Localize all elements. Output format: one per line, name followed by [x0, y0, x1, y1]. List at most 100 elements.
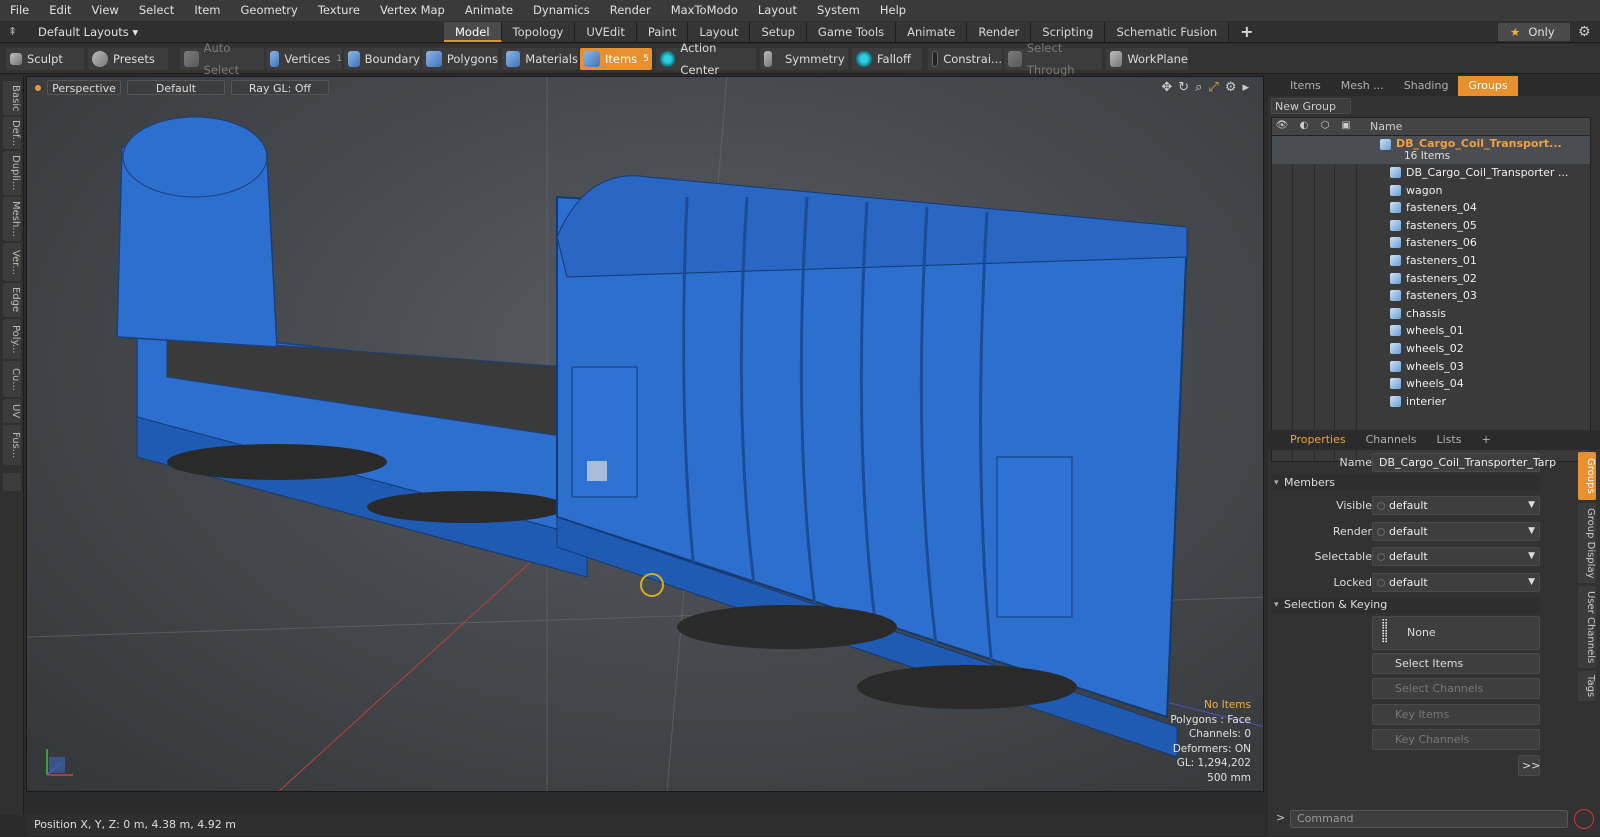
- menu-dynamics[interactable]: Dynamics: [523, 0, 600, 21]
- tab-lists[interactable]: Lists: [1427, 430, 1472, 450]
- tab-topology[interactable]: Topology: [501, 22, 576, 42]
- menu-edit[interactable]: Edit: [39, 0, 81, 21]
- vtab-expand[interactable]: [3, 473, 21, 491]
- list-item[interactable]: fasteners_01: [1272, 252, 1590, 270]
- polygons-button[interactable]: Polygons: [422, 48, 498, 70]
- select-through-button[interactable]: Select Through: [1004, 41, 1102, 77]
- presets-button[interactable]: Presets: [88, 48, 168, 70]
- viewport-menu-dot[interactable]: [35, 85, 41, 91]
- tab-render[interactable]: Render: [967, 22, 1032, 42]
- menu-help[interactable]: Help: [870, 0, 916, 21]
- sidetab-group-display[interactable]: Group Display: [1578, 503, 1596, 583]
- sidetab-user-channels[interactable]: User Channels: [1578, 586, 1596, 668]
- tab-model[interactable]: Model: [444, 22, 502, 42]
- tab-animate[interactable]: Animate: [896, 22, 968, 42]
- falloff-button[interactable]: Falloff: [852, 48, 922, 70]
- add-panel-tab[interactable]: +: [1471, 430, 1500, 450]
- list-item[interactable]: wheels_03: [1272, 358, 1590, 376]
- menu-vertex-map[interactable]: Vertex Map: [370, 0, 455, 21]
- record-icon[interactable]: [1574, 809, 1594, 829]
- 3d-viewport[interactable]: Perspective Default Ray GL: Off ✥ ↻ ⌕ ⤢ …: [26, 76, 1264, 792]
- list-item[interactable]: fasteners_05: [1272, 217, 1590, 235]
- none-button[interactable]: ⠿ ⠿ ⠿ None: [1372, 616, 1540, 650]
- tab-mesh[interactable]: Mesh ...: [1331, 76, 1394, 96]
- tab-setup[interactable]: Setup: [750, 22, 807, 42]
- vtab-edge[interactable]: Edge: [3, 283, 21, 317]
- tab-properties[interactable]: Properties: [1280, 430, 1356, 450]
- rotate-view-icon[interactable]: ↻: [1178, 80, 1189, 95]
- vtab-mesh[interactable]: Mesh...: [3, 197, 21, 241]
- menu-render[interactable]: Render: [600, 0, 661, 21]
- render-select[interactable]: default ▼: [1372, 522, 1540, 541]
- workplane-button[interactable]: WorkPlane: [1106, 48, 1188, 70]
- tab-groups[interactable]: Groups: [1458, 76, 1518, 96]
- locked-select[interactable]: default ▼: [1372, 573, 1540, 592]
- list-item[interactable]: interier: [1272, 393, 1590, 411]
- tab-uvedit[interactable]: UVEdit: [575, 22, 637, 42]
- vtab-polygon[interactable]: Poly...: [3, 319, 21, 359]
- menu-maxtomodo[interactable]: MaxToModo: [661, 0, 748, 21]
- vtab-duplicate[interactable]: Dupli...: [3, 151, 21, 195]
- select-items-button[interactable]: Select Items: [1372, 653, 1540, 674]
- new-group-button[interactable]: New Group: [1271, 98, 1351, 114]
- boundary-button[interactable]: Boundary: [344, 48, 420, 70]
- list-item[interactable]: wagon: [1272, 182, 1590, 200]
- constrain-button[interactable]: Constrai...: [928, 48, 1002, 70]
- list-item[interactable]: wheels_02: [1272, 340, 1590, 358]
- vtab-vertex[interactable]: Ver...: [3, 243, 21, 281]
- layout-select[interactable]: Default Layouts ▾: [38, 23, 138, 41]
- tab-game-tools[interactable]: Game Tools: [806, 22, 897, 42]
- add-tab-button[interactable]: +: [1229, 22, 1264, 42]
- viewport-settings-icon[interactable]: ⚙: [1225, 80, 1237, 95]
- raygl-button[interactable]: Ray GL: Off: [231, 80, 329, 95]
- list-item[interactable]: fasteners_04: [1272, 199, 1590, 217]
- shading-button[interactable]: Default: [127, 80, 225, 95]
- vtab-fusion[interactable]: Fus...: [3, 425, 21, 465]
- menu-item[interactable]: Item: [184, 0, 230, 21]
- pin-icon[interactable]: ⇞: [8, 25, 22, 39]
- list-item[interactable]: fasteners_03: [1272, 287, 1590, 305]
- perspective-button[interactable]: Perspective: [47, 80, 121, 95]
- vtab-curve[interactable]: Cu...: [3, 361, 21, 397]
- menu-texture[interactable]: Texture: [308, 0, 370, 21]
- menu-file[interactable]: File: [0, 0, 39, 21]
- zoom-view-icon[interactable]: ⌕: [1195, 80, 1202, 95]
- items-button[interactable]: Items 5: [580, 48, 652, 70]
- vtab-deform[interactable]: Def...: [3, 117, 21, 149]
- only-button[interactable]: ★ Only: [1498, 23, 1570, 41]
- key-channels-button[interactable]: Key Channels: [1372, 729, 1540, 750]
- group-row[interactable]: DB_Cargo_Coil_Transport... 16 Items: [1272, 136, 1590, 164]
- sculpt-button[interactable]: Sculpt: [6, 48, 84, 70]
- tab-shading[interactable]: Shading: [1394, 76, 1459, 96]
- list-item[interactable]: wheels_01: [1272, 322, 1590, 340]
- menu-layout[interactable]: Layout: [748, 0, 807, 21]
- select-channels-button[interactable]: Select Channels: [1372, 678, 1540, 699]
- gear-icon[interactable]: ⚙: [1578, 24, 1591, 40]
- list-item[interactable]: DB_Cargo_Coil_Transporter ...: [1272, 164, 1590, 182]
- fit-view-icon[interactable]: ⤢: [1208, 80, 1218, 95]
- menu-view[interactable]: View: [82, 0, 129, 21]
- menu-system[interactable]: System: [807, 0, 870, 21]
- name-field[interactable]: DB_Cargo_Coil_Transporter_Tarp: [1372, 453, 1556, 472]
- viewport-expand-icon[interactable]: ▸: [1242, 80, 1249, 95]
- menu-geometry[interactable]: Geometry: [231, 0, 308, 21]
- sidetab-groups[interactable]: Groups: [1578, 452, 1596, 500]
- list-item[interactable]: fasteners_02: [1272, 270, 1590, 288]
- selectable-select[interactable]: default ▼: [1372, 547, 1540, 566]
- action-center-button[interactable]: Action Center: [656, 41, 756, 77]
- selection-keying-section[interactable]: Selection & Keying: [1272, 597, 1540, 613]
- menu-animate[interactable]: Animate: [455, 0, 523, 21]
- visible-select[interactable]: default ▼: [1372, 496, 1540, 515]
- list-item[interactable]: fasteners_06: [1272, 234, 1590, 252]
- materials-button[interactable]: Materials: [502, 48, 578, 70]
- vtab-uv[interactable]: UV: [3, 399, 21, 423]
- symmetry-button[interactable]: Symmetry: [760, 48, 848, 70]
- vertices-button[interactable]: Vertices 1: [266, 48, 342, 70]
- list-item[interactable]: chassis: [1272, 305, 1590, 323]
- sidetab-tags[interactable]: Tags: [1578, 671, 1596, 701]
- move-view-icon[interactable]: ✥: [1161, 80, 1172, 95]
- tab-channels[interactable]: Channels: [1356, 430, 1427, 450]
- key-items-button[interactable]: Key Items: [1372, 704, 1540, 725]
- expand-button[interactable]: >>: [1518, 755, 1540, 776]
- list-item[interactable]: wheels_04: [1272, 375, 1590, 393]
